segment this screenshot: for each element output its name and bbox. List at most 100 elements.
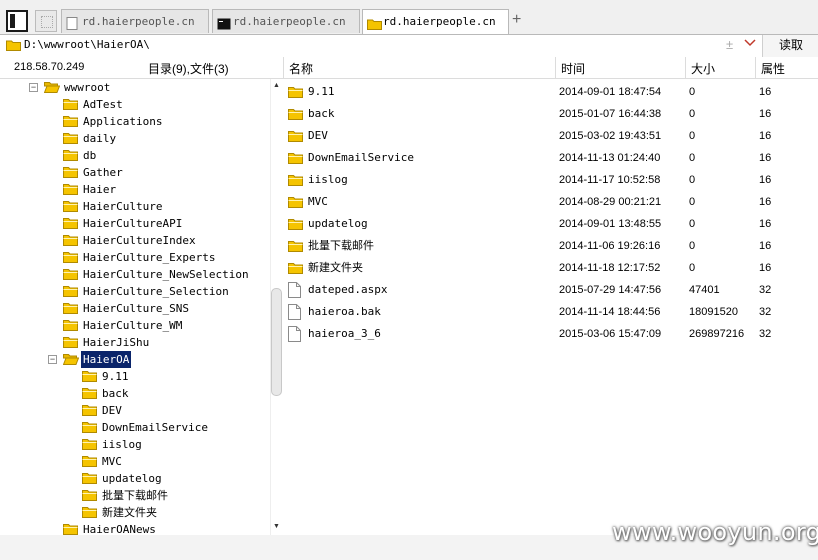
tree-node-label: MVC — [102, 455, 122, 468]
info-header: 218.58.70.249 目录(9),文件(3) 名称 时间 大小 属性 — [0, 57, 818, 79]
folder-icon — [6, 39, 21, 54]
tree-node-label: updatelog — [102, 472, 162, 485]
folder-icon — [63, 250, 78, 268]
file-row[interactable]: updatelog 2014-09-01 13:48:55 0 16 — [283, 213, 818, 235]
file-attribute: 16 — [759, 218, 772, 230]
tree-node-label: db — [83, 149, 97, 162]
file-modified-time: 2014-11-18 12:17:52 — [559, 262, 661, 274]
folder-icon — [63, 199, 78, 217]
file-name: back — [308, 107, 335, 120]
file-modified-time: 2014-11-06 19:26:16 — [559, 240, 661, 252]
file-row[interactable]: 新建文件夹 2014-11-18 12:17:52 0 16 — [283, 257, 818, 279]
file-name: dateped.aspx — [308, 283, 388, 296]
collapse-toggle-icon[interactable]: − — [29, 83, 38, 92]
panel-icon — [10, 14, 15, 28]
file-name: haieroa_3_6 — [308, 327, 381, 340]
file-row[interactable]: dateped.aspx 2015-07-29 14:47:56 47401 32 — [283, 279, 818, 301]
folder-icon — [82, 369, 97, 387]
folder-icon — [63, 182, 78, 200]
watermark: www.wooyun.org — [612, 518, 818, 546]
file-attribute: 16 — [759, 262, 772, 274]
file-row[interactable]: haieroa.bak 2014-11-14 18:44:56 18091520 32 — [283, 301, 818, 323]
page-icon — [66, 15, 78, 33]
file-attribute: 32 — [759, 284, 772, 296]
tree-node-label: HaierCulture_Experts — [83, 251, 216, 264]
file-row[interactable]: iislog 2014-11-17 10:52:58 0 16 — [283, 169, 818, 191]
tree-node-label: AdTest — [83, 98, 123, 111]
tree-node-label: HaierCultureAPI — [83, 217, 183, 230]
column-divider[interactable] — [555, 57, 556, 78]
tree-node-label: Applications — [83, 115, 163, 128]
file-name: updatelog — [308, 217, 368, 230]
tree-node-label: HaierOANews — [83, 523, 156, 535]
column-divider[interactable] — [685, 57, 686, 78]
folder-icon — [63, 114, 78, 132]
tree-node-label: HaierOA — [81, 351, 132, 368]
plus-minus-icon[interactable]: ± — [726, 37, 733, 52]
file-size: 0 — [689, 174, 696, 186]
folder-icon — [82, 471, 97, 489]
file-row[interactable]: DownEmailService 2014-11-13 01:24:40 0 16 — [283, 147, 818, 169]
file-size: 47401 — [689, 284, 720, 296]
add-tab-button[interactable]: + — [512, 12, 521, 28]
file-row[interactable]: 批量下载邮件 2014-11-06 19:26:16 0 16 — [283, 235, 818, 257]
file-size: 0 — [689, 152, 696, 164]
scroll-up-icon[interactable]: ▲ — [273, 82, 280, 89]
open-folder-icon — [62, 352, 80, 370]
path-text: D:\wwwroot\HaierOA\ — [24, 38, 150, 51]
file-modified-time: 2015-01-07 16:44:38 — [559, 108, 662, 120]
tab-3[interactable]: rd.haierpeople.cn — [362, 9, 509, 34]
file-row[interactable]: 9.11 2014-09-01 18:47:54 0 16 — [283, 81, 818, 103]
file-size: 0 — [689, 130, 696, 142]
file-row[interactable]: back 2015-01-07 16:44:38 0 16 — [283, 103, 818, 125]
folder-icon — [63, 522, 78, 535]
column-header-attr[interactable]: 属性 — [761, 60, 785, 77]
file-row[interactable]: MVC 2014-08-29 00:21:21 0 16 — [283, 191, 818, 213]
file-name: DEV — [308, 129, 328, 142]
file-modified-time: 2015-03-02 19:43:51 — [559, 130, 662, 142]
folder-icon — [63, 301, 78, 319]
chevron-down-icon[interactable] — [744, 36, 756, 51]
tree-node-label: Haier — [83, 183, 117, 196]
tree-scrollbar-thumb[interactable] — [271, 288, 282, 396]
scroll-down-icon[interactable]: ▼ — [273, 523, 280, 530]
file-modified-time: 2015-07-29 14:47:56 — [559, 284, 662, 296]
read-button[interactable]: 读取 — [762, 35, 818, 57]
file-modified-time: 2014-09-01 18:47:54 — [559, 86, 662, 98]
tab-1[interactable]: rd.haierpeople.cn — [61, 9, 209, 33]
address-bar: D:\wwwroot\HaierOA\ ± 读取 — [0, 34, 818, 58]
file-size: 0 — [689, 86, 696, 98]
file-row[interactable]: haieroa_3_6 2015-03-06 15:47:09 269897216 3… — [283, 323, 818, 345]
file-name: haieroa.bak — [308, 305, 381, 318]
folder-icon — [63, 318, 78, 336]
column-header-size[interactable]: 大小 — [691, 60, 715, 77]
sidebar-toggle-button[interactable] — [6, 10, 28, 32]
folder-icon — [63, 233, 78, 251]
file-attribute: 16 — [759, 86, 772, 98]
collapse-toggle-icon[interactable]: − — [48, 355, 57, 364]
folder-icon — [82, 403, 97, 421]
tree-node-label: 新建文件夹 — [102, 506, 157, 519]
file-size: 18091520 — [689, 306, 738, 318]
tree-node-label: HaierCulture_WM — [83, 319, 183, 332]
file-size: 0 — [689, 196, 696, 208]
column-header-time[interactable]: 时间 — [561, 60, 585, 77]
tab-2[interactable]: rd.haierpeople.cn — [212, 9, 360, 33]
folder-icon — [63, 131, 78, 149]
tree-node-label: HaierCulture_NewSelection — [83, 268, 249, 281]
tree-node-label: DownEmailService — [102, 421, 208, 434]
file-modified-time: 2015-03-06 15:47:09 — [559, 328, 662, 340]
column-header-name[interactable]: 名称 — [289, 60, 313, 77]
folder-icon — [63, 267, 78, 285]
file-modified-time: 2014-08-29 00:21:21 — [559, 196, 662, 208]
file-attribute: 32 — [759, 328, 772, 340]
tree-node-label: HaierCultureIndex — [83, 234, 196, 247]
folder-icon — [63, 335, 78, 353]
tree-node-label: HaierCulture — [83, 200, 163, 213]
tab-label: rd.haierpeople.cn — [383, 15, 496, 28]
column-divider[interactable] — [755, 57, 756, 78]
file-row[interactable]: DEV 2015-03-02 19:43:51 0 16 — [283, 125, 818, 147]
blank-tab-button[interactable] — [35, 10, 57, 32]
file-name: 9.11 — [308, 85, 335, 98]
folder-icon — [63, 165, 78, 183]
